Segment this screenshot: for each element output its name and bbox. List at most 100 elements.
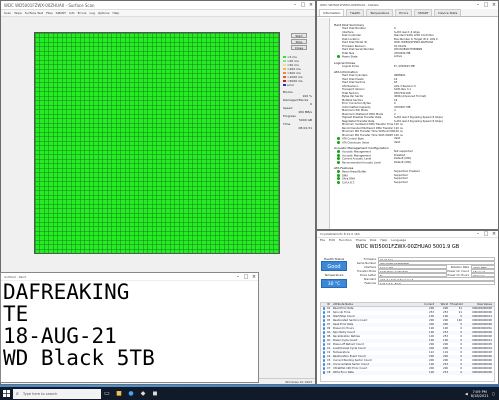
speaker-icon[interactable]: ◀ (465, 392, 468, 396)
tab-device-stats[interactable]: Device Stats (434, 9, 462, 16)
taskbar-search[interactable]: ⌕ Type here to search (13, 388, 101, 399)
close-button[interactable]: Close (291, 45, 307, 50)
disk-title: WDC WD5001FZWX-00ZHUA0 5001.9 GB (355, 244, 460, 250)
tab-health[interactable]: Health (346, 9, 365, 16)
toolbar-item[interactable]: Wipe (14, 11, 21, 15)
menu-item[interactable]: Function (339, 238, 352, 243)
stop-button[interactable]: Stop (291, 39, 307, 44)
header-attribute: Attribute Name (333, 303, 353, 306)
property-key: S.M.A.R.T. (334, 180, 394, 184)
tab-information[interactable]: Information (319, 9, 345, 16)
menu-item[interactable]: Edit (329, 238, 335, 243)
surface-scan-grid (34, 32, 280, 254)
paint-text-line: TE (3, 302, 29, 326)
paint-window: Untitled - Paint – □ × DAFREAKING TE 18-… (0, 272, 259, 383)
property-row: ATA Checksum Value Valid (334, 140, 495, 144)
app-icon[interactable]: ◼ (149, 387, 161, 400)
health-status[interactable]: Good (321, 261, 347, 271)
taskbar: ⌕ Type here to search ▭ ■ ● ◆ ◼ ◀ 7:09 P… (0, 387, 499, 400)
property-key: Recommended Acoustic Level (334, 160, 394, 164)
details-content: Hard Disk Summary Hard Disk Number 0 Interf… (331, 19, 498, 229)
surface-scan-titlebar: WDC WD5001FZWX-00ZHUA0 - Surface Scan – … (1, 1, 315, 10)
toolbar-item[interactable]: Scan (4, 11, 11, 15)
header-current: Current (424, 303, 434, 306)
property-value: Valid (394, 140, 401, 144)
tab-errors[interactable]: Errors (395, 9, 413, 16)
smart-current: 100 (429, 371, 434, 374)
disk-info: Firmware 01.01A01 Serial Number WD-WXB1D37N… (350, 257, 495, 285)
task-view-icon[interactable]: ▭ (101, 387, 113, 400)
toolbar-item[interactable]: Help (112, 11, 119, 15)
paint-text-line: DAFREAKING (3, 280, 130, 304)
notifications-icon[interactable]: ▢ (492, 392, 495, 396)
close-icon[interactable]: × (307, 1, 315, 9)
legend-swatch (283, 76, 286, 78)
legend-swatch (283, 64, 286, 66)
toolbar-item[interactable]: Errors (78, 11, 87, 15)
search-icon: ⌕ (16, 390, 19, 397)
toolbar-item[interactable]: Info (69, 11, 75, 15)
close-icon[interactable]: × (250, 273, 258, 281)
status-dot-icon (337, 55, 340, 58)
minimize-icon[interactable]: – (474, 1, 482, 9)
health-label: Health Status (323, 257, 345, 261)
toolbar-item[interactable]: Files (46, 11, 53, 15)
info-value: S.M.A.R.T., NCQ (378, 281, 495, 285)
toolbar-item[interactable]: SMART (56, 11, 66, 15)
stat-value: 08:04:31 (298, 126, 312, 130)
smart-row[interactable]: C8 Write Error Rate 100 253 0 000000000000 (321, 371, 494, 375)
property-key: ATA Checksum Value (334, 140, 394, 144)
header-worst: Worst (440, 303, 448, 306)
smart-worst: 253 (443, 371, 448, 374)
smart-attribute: Write Error Rate (333, 371, 354, 374)
legend-swatch (283, 68, 286, 70)
start-button[interactable] (0, 387, 12, 400)
left-tree[interactable] (317, 18, 330, 229)
surface-scan-toolbar: Scan Wipe Surface Test Files SMART Info … (1, 10, 315, 17)
smart-threshold: 0 (460, 371, 462, 374)
toolbar-item[interactable]: Log (90, 11, 95, 15)
property-key: Logical Drive (342, 64, 359, 68)
toolbar-item[interactable]: Options (98, 11, 110, 15)
property-value: Default (00h) (394, 160, 412, 164)
status-dot-icon (337, 160, 340, 164)
info-key: Features (364, 281, 376, 285)
status-dot-icon (337, 140, 340, 144)
minimize-icon[interactable]: – (234, 273, 242, 281)
property-value: Active (394, 55, 403, 58)
clock-time: 7:09 PM (472, 389, 487, 394)
window-title: CrystalDiskInfo 8.12.0 x64 (320, 232, 360, 236)
minimize-icon[interactable]: – (291, 1, 299, 9)
browser-icon[interactable]: ● (125, 387, 137, 400)
legend-swatch (283, 60, 286, 62)
property-value: E:\ 4769293 MB (394, 64, 415, 68)
temperature-label: Temperature (324, 273, 344, 277)
header-raw: Raw Values (477, 303, 492, 306)
clock[interactable]: 7:09 PM 8/18/2021 (471, 390, 489, 398)
tab-smart[interactable]: SMART (414, 9, 433, 16)
tab-temperature[interactable]: Temperature (366, 9, 394, 16)
paint-text-line: 18-AUG-21 (3, 324, 117, 348)
details-tabs: Information Health Temperature Errors SM… (317, 9, 498, 17)
details-titlebar: WDC WD5001FZWX-00ZHUA0 - Details – □ × (317, 1, 498, 9)
start-button[interactable]: Start (291, 33, 307, 38)
clock-date: 8/18/2021 (470, 393, 489, 398)
app-icon[interactable]: ◆ (137, 387, 149, 400)
smart-table: ID Attribute Name Current Worst Threshol… (320, 302, 495, 382)
maximize-icon[interactable]: □ (299, 1, 307, 9)
disk-info-row: Features S.M.A.R.T., NCQ (350, 281, 495, 285)
close-icon[interactable]: × (490, 230, 498, 238)
legend-swatch (283, 80, 286, 82)
maximize-icon[interactable]: □ (482, 230, 490, 238)
toolbar-item[interactable]: Surface Test (25, 11, 43, 15)
windows-logo-icon (2, 390, 10, 397)
menu-item[interactable]: File (320, 238, 325, 243)
maximize-icon[interactable]: □ (242, 273, 250, 281)
legend-swatch (283, 56, 286, 58)
file-explorer-icon[interactable]: ■ (113, 387, 125, 400)
details-window: WDC WD5001FZWX-00ZHUA0 - Details – □ × I… (316, 0, 499, 230)
close-icon[interactable]: × (490, 1, 498, 9)
maximize-icon[interactable]: □ (482, 1, 490, 9)
legend-swatch (283, 72, 286, 74)
minimize-icon[interactable]: – (474, 230, 482, 238)
